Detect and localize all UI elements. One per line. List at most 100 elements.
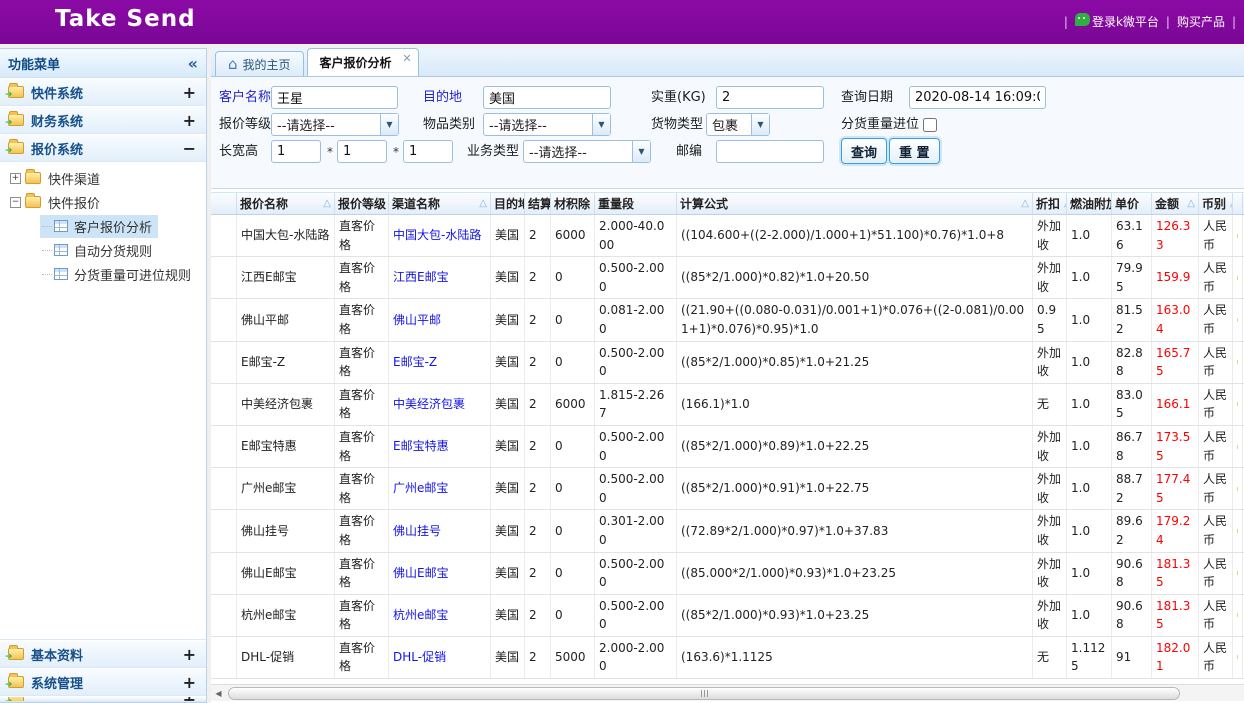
- table-row[interactable]: DHL-促销直客价格DHL-促销美国250002.000-2.000(163.6…: [211, 637, 1244, 679]
- cell-settle: 2: [525, 426, 551, 467]
- sidebar-group-partial[interactable]: +: [0, 696, 206, 702]
- tree-node-customer-quote-analysis[interactable]: 客户报价分析: [0, 214, 206, 238]
- column-header-unit[interactable]: 单价: [1112, 193, 1152, 214]
- cell-settle: 2: [525, 595, 551, 636]
- cell-channel[interactable]: E邮宝-Z: [389, 342, 491, 383]
- table-row[interactable]: 佛山平邮直客价格佛山平邮美国200.081-2.000((21.90+((0.0…: [211, 299, 1244, 341]
- column-header-formula[interactable]: 计算公式△: [677, 193, 1033, 214]
- length-input[interactable]: [271, 140, 321, 163]
- tab-customer-quote-analysis[interactable]: 客户报价分析 ✕: [307, 48, 419, 76]
- table-row[interactable]: 中美经济包裹直客价格中美经济包裹美国260001.815-2.267(166.1…: [211, 384, 1244, 426]
- expand-icon[interactable]: +: [10, 173, 21, 184]
- plus-icon[interactable]: +: [183, 673, 196, 692]
- sidebar-group-finance[interactable]: 财务系统 +: [0, 106, 206, 134]
- cell-dest: 美国: [491, 257, 525, 298]
- reset-button[interactable]: 重 置: [889, 138, 940, 164]
- cell-formula: (166.1)*1.0: [677, 384, 1033, 425]
- close-icon[interactable]: ✕: [402, 52, 411, 65]
- cell-dest: 美国: [491, 299, 525, 340]
- search-button[interactable]: 查询: [841, 138, 887, 164]
- column-header-currency[interactable]: 币别△: [1199, 193, 1233, 214]
- form-row-2: 报价等级 --请选择-- ▼ 物品类别 --请选择-- ▼ 货物类型 包裹 ▼ …: [211, 113, 1244, 137]
- quote-grade-select[interactable]: --请选择-- ▼: [271, 113, 399, 136]
- tree-node-split-weight-carry-rule[interactable]: 分货重量可进位规则: [0, 262, 206, 286]
- tab-my-home[interactable]: ⌂ 我的主页: [215, 51, 304, 76]
- column-header-volume[interactable]: 材积除△: [551, 193, 595, 214]
- height-input[interactable]: [403, 140, 453, 163]
- table-row[interactable]: 江西E邮宝直客价格江西E邮宝美国200.500-2.000((85*2/1.00…: [211, 257, 1244, 299]
- query-date-input[interactable]: [909, 86, 1046, 109]
- cell-formula: ((85*2/1.000)*0.82)*1.0+20.50: [677, 257, 1033, 298]
- plus-icon[interactable]: +: [183, 83, 196, 102]
- cell-channel[interactable]: 杭州e邮宝: [389, 595, 491, 636]
- chevron-down-icon[interactable]: ▼: [751, 114, 769, 135]
- cell-grade: 直客价格: [335, 637, 389, 678]
- column-header-name[interactable]: 报价名称△: [237, 193, 335, 214]
- width-input[interactable]: [337, 140, 387, 163]
- chevron-down-icon[interactable]: ▼: [380, 114, 398, 135]
- column-label: 报价名称: [240, 195, 288, 212]
- cell-channel[interactable]: 佛山平邮: [389, 299, 491, 340]
- scrollbar-thumb[interactable]: [228, 687, 1180, 700]
- actual-weight-input[interactable]: [716, 86, 824, 109]
- column-header-amount[interactable]: 金额△: [1152, 193, 1199, 214]
- column-header-fuel[interactable]: 燃油附加△: [1067, 193, 1112, 214]
- separator: |: [1064, 15, 1068, 29]
- minus-icon[interactable]: −: [183, 139, 196, 158]
- buy-product-link[interactable]: 购买产品: [1177, 13, 1225, 30]
- table-row[interactable]: 佛山E邮宝直客价格佛山E邮宝美国200.500-2.000((85.000*2/…: [211, 553, 1244, 595]
- cell-channel[interactable]: 佛山E邮宝: [389, 553, 491, 594]
- table-row[interactable]: 佛山挂号直客价格佛山挂号美国200.301-2.000((72.89*2/1.0…: [211, 510, 1244, 552]
- chevron-down-icon[interactable]: ▼: [632, 141, 650, 162]
- table-row[interactable]: E邮宝-Z直客价格E邮宝-Z美国200.500-2.000((85*2/1.00…: [211, 342, 1244, 384]
- tree-node-label: 客户报价分析: [74, 217, 152, 236]
- tree-node-express-channel[interactable]: + 快件渠道: [0, 166, 206, 190]
- plus-icon[interactable]: +: [183, 645, 196, 664]
- sidebar-group-basic-data[interactable]: 基本资料 +: [0, 640, 206, 668]
- cell-channel[interactable]: DHL-促销: [389, 637, 491, 678]
- cell-amount: 166.1: [1152, 384, 1199, 425]
- sidebar-group-express[interactable]: 快件系统 +: [0, 78, 206, 106]
- table-row[interactable]: 广州e邮宝直客价格广州e邮宝美国200.500-2.000((85*2/1.00…: [211, 468, 1244, 510]
- cell-discount: 无: [1033, 384, 1067, 425]
- cell-channel[interactable]: E邮宝特惠: [389, 426, 491, 467]
- cell-unit: 86.78: [1112, 426, 1152, 467]
- customer-name-input[interactable]: [271, 86, 398, 109]
- cargo-type-select[interactable]: 包裹 ▼: [706, 113, 770, 136]
- cell-channel[interactable]: 中国大包-水陆路: [389, 215, 491, 256]
- scroll-left-icon[interactable]: ◀: [211, 686, 226, 701]
- column-header-grade[interactable]: 报价等级△: [335, 193, 389, 214]
- cell-amount: 181.35: [1152, 553, 1199, 594]
- table-row[interactable]: E邮宝特惠直客价格E邮宝特惠美国200.500-2.000((85*2/1.00…: [211, 426, 1244, 468]
- column-header-discount[interactable]: 折扣△: [1033, 193, 1067, 214]
- chevron-down-icon[interactable]: ▼: [592, 114, 610, 135]
- login-kwei-link[interactable]: 登录k微平台: [1075, 13, 1159, 30]
- zip-code-input[interactable]: [716, 140, 824, 163]
- column-header-weight[interactable]: 重量段: [595, 193, 677, 214]
- cell-channel[interactable]: 佛山挂号: [389, 510, 491, 551]
- collapse-sidebar-icon[interactable]: «: [188, 54, 198, 73]
- table-row[interactable]: 杭州e邮宝直客价格杭州e邮宝美国200.500-2.000((85*2/1.00…: [211, 595, 1244, 637]
- cell-grade: 直客价格: [335, 468, 389, 509]
- column-header-dest[interactable]: 目的地△: [491, 193, 525, 214]
- cell-discount: 外加收: [1033, 426, 1067, 467]
- carry-weight-checkbox[interactable]: [923, 118, 937, 132]
- column-header-channel[interactable]: 渠道名称△: [389, 193, 491, 214]
- cell-name: 佛山E邮宝: [237, 553, 335, 594]
- cell-channel[interactable]: 广州e邮宝: [389, 468, 491, 509]
- sidebar-group-quote[interactable]: 报价系统 −: [0, 134, 206, 162]
- column-header-settle[interactable]: 结算重量△: [525, 193, 551, 214]
- cell-formula: ((21.90+((0.080-0.031)/0.001+1)*0.076+((…: [677, 299, 1033, 340]
- tree-node-auto-split-rule[interactable]: 自动分货规则: [0, 238, 206, 262]
- destination-input[interactable]: [483, 86, 611, 109]
- cell-channel[interactable]: 江西E邮宝: [389, 257, 491, 298]
- item-category-select[interactable]: --请选择-- ▼: [483, 113, 611, 136]
- plus-icon[interactable]: +: [183, 111, 196, 130]
- cell-channel[interactable]: 中美经济包裹: [389, 384, 491, 425]
- select-value: --请选择--: [484, 115, 592, 134]
- business-type-select[interactable]: --请选择-- ▼: [523, 140, 651, 163]
- sidebar-group-system-admin[interactable]: 系统管理 +: [0, 668, 206, 696]
- tree-node-express-quote[interactable]: − 快件报价: [0, 190, 206, 214]
- collapse-icon[interactable]: −: [10, 197, 21, 208]
- table-row[interactable]: 中国大包-水陆路直客价格中国大包-水陆路美国260002.000-40.000(…: [211, 215, 1244, 257]
